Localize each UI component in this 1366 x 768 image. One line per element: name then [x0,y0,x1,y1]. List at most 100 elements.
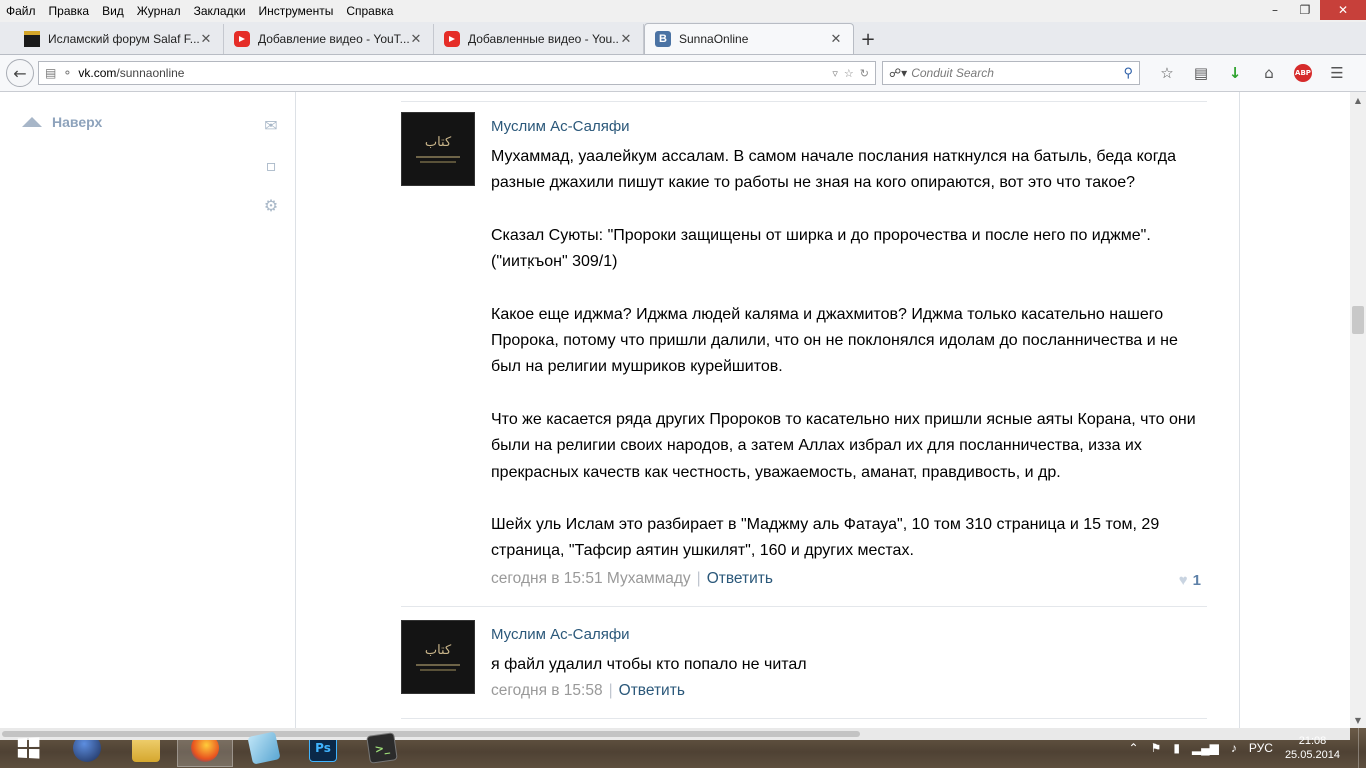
youtube-icon [444,31,460,47]
reply-link[interactable]: Ответить [707,570,773,587]
menu-help[interactable]: Справка [346,4,393,18]
clock-time: 21:08 [1298,735,1327,747]
scroll-thumb[interactable] [2,731,860,737]
scroll-down-icon[interactable]: ▼ [1350,712,1366,728]
bookmark-star-icon[interactable]: ☆ [1150,60,1184,86]
cover-line [416,664,460,666]
like-button[interactable]: ♥ 1 [1179,572,1201,589]
mail-icon[interactable]: ✉ [262,116,280,135]
clock[interactable]: 21:08 25.05.2014 [1285,734,1340,762]
gear-icon[interactable]: ⚙ [262,196,280,215]
scroll-thumb[interactable] [1352,306,1364,334]
meta-separator: | [608,682,613,699]
tab-title: Добавленные видео - You... [468,32,619,46]
globe-icon: ⚬ [62,66,73,80]
show-desktop-button[interactable] [1358,728,1366,768]
adblock-button[interactable]: ABP [1286,60,1320,86]
meta-separator: | [696,570,701,587]
kaaba-icon [24,31,40,47]
scroll-up-icon[interactable]: ▲ [1350,92,1366,108]
minimize-button[interactable]: – [1260,0,1290,20]
tab-title: Исламский форум Salaf F... [48,32,199,46]
reload-icon[interactable]: ↻ [860,67,869,80]
identity-icon[interactable]: ▤ [45,66,56,80]
tab-salaf-forum[interactable]: Исламский форум Salaf F... ✕ [14,24,224,54]
toolbar-icons: ☆ ▤ ↓ ⌂ ABP ☰ [1150,60,1354,86]
terminal-icon: >_ [366,732,398,764]
heart-icon: ♥ [1178,572,1188,589]
avatar[interactable]: كتاب [401,112,475,186]
tab-sunnaonline[interactable]: B SunnaOnline ✕ [644,23,854,54]
notepad-icon [247,731,281,765]
tab-bar: Исламский форум Salaf F... ✕ Добавление … [0,22,1366,55]
comment-text: Мухаммад, уаалейкум ассалам. В самом нач… [491,148,1196,560]
menu-bookmarks[interactable]: Закладки [194,4,246,18]
new-tab-button[interactable]: + [854,24,882,54]
comment-author[interactable]: Муслим Ас-Саляфи [491,118,630,135]
battery-icon[interactable]: ▮ [1173,741,1180,755]
tab-title: Добавление видео - YouT... [258,32,409,46]
address-bar[interactable]: ▤ ⚬ vk.com/sunnaonline ▿ ☆ ↻ [38,61,876,85]
menu-tools[interactable]: Инструменты [259,4,334,18]
divider [401,718,1207,719]
signal-icon[interactable]: ▂▄▆ [1192,741,1219,755]
volume-icon[interactable]: ♪ [1231,741,1237,755]
flag-icon[interactable]: ⚑ [1151,741,1162,755]
comment-time[interactable]: сегодня в 15:51 Мухаммаду [491,570,691,587]
menu-history[interactable]: Журнал [137,4,181,18]
tab-youtube-added-videos[interactable]: Добавленные видео - You... ✕ [434,24,644,54]
vertical-scrollbar[interactable]: ▲ ▼ [1350,92,1366,728]
tab-youtube-add-video[interactable]: Добавление видео - YouT... ✕ [224,24,434,54]
cover-line [420,161,456,163]
comment-icon[interactable]: ▫ [262,156,280,175]
left-sidebar: Наверх ✉ ▫ ⚙ [0,92,296,728]
close-window-button[interactable]: ✕ [1320,0,1366,20]
vk-icon: B [655,31,671,47]
youtube-icon [234,31,250,47]
search-icon[interactable]: ⚲ [1123,65,1133,81]
comment-time[interactable]: сегодня в 15:58 [491,682,603,699]
back-to-top-button[interactable]: Наверх [22,114,102,130]
bookmarks-list-icon[interactable]: ▤ [1184,60,1218,86]
book-cover-calligraphy: كتاب [424,643,452,658]
adblock-icon: ABP [1294,64,1312,82]
dropdown-arrow-icon[interactable]: ▿ [832,67,838,80]
arrow-left-icon: ← [13,63,27,83]
cover-line [420,669,456,671]
menu-view[interactable]: Вид [102,4,124,18]
chevron-up-icon[interactable]: ⌃ [1129,741,1139,755]
reply-link[interactable]: Ответить [619,682,685,699]
divider [401,101,1207,102]
comment-item: كتاب Муслим Ас-Саляфи Мухаммад, уаалейку… [401,112,1207,592]
close-tab-icon[interactable]: ✕ [619,31,633,47]
tab-title: SunnaOnline [679,32,749,46]
search-bar[interactable]: ☍▾ Conduit Search ⚲ [882,61,1140,85]
book-cover-calligraphy: كتاب [424,135,452,150]
menu-edit[interactable]: Правка [49,4,90,18]
menu-file[interactable]: Файл [6,4,36,18]
back-button[interactable]: ← [6,59,34,87]
menu-hamburger-icon[interactable]: ☰ [1320,60,1354,86]
comments-column: كتاب Муслим Ас-Саляфи Мухаммад, уаалейку… [296,92,1240,728]
comment-meta: сегодня в 15:58 | Ответить [491,682,685,700]
star-outline-icon[interactable]: ☆ [844,67,854,80]
search-input[interactable]: Conduit Search [911,66,1123,80]
download-icon[interactable]: ↓ [1218,60,1252,86]
system-tray: ⌃ ⚑ ▮ ▂▄▆ ♪ РУС 21:08 25.05.2014 [1129,728,1366,768]
url-text[interactable]: vk.com/sunnaonline [78,66,826,80]
close-tab-icon[interactable]: ✕ [409,31,423,47]
divider [401,606,1207,607]
comment-meta: сегодня в 15:51 Мухаммаду | Ответить [491,570,773,588]
windows-icon [17,737,40,759]
close-tab-icon[interactable]: ✕ [199,31,213,47]
window-controls: – ❐ ✕ [1260,0,1366,22]
avatar[interactable]: كتاب [401,620,475,694]
comment-text: я файл удалил чтобы кто попало не читал [491,656,807,673]
close-tab-icon[interactable]: ✕ [829,31,843,47]
like-count: 1 [1192,572,1201,589]
home-icon[interactable]: ⌂ [1252,60,1286,86]
language-indicator[interactable]: РУС [1249,741,1273,755]
restore-button[interactable]: ❐ [1290,0,1320,20]
search-engine-icon[interactable]: ☍▾ [889,66,907,80]
comment-author[interactable]: Муслим Ас-Саляфи [491,626,630,643]
